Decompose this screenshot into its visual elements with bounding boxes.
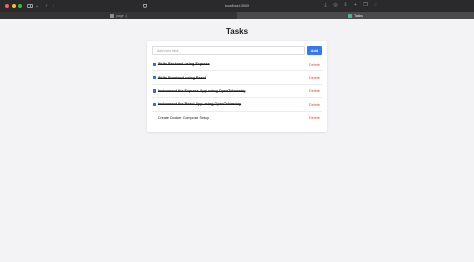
task-checkbox[interactable] [152, 75, 156, 80]
delete-task-button[interactable]: Delete [309, 116, 320, 120]
task-checkbox[interactable] [152, 102, 156, 107]
delete-task-button[interactable]: Delete [309, 103, 320, 107]
delete-task-button[interactable]: Delete [309, 76, 320, 80]
close-window-button[interactable] [5, 4, 9, 8]
new-tab-icon[interactable]: + [353, 3, 358, 8]
task-item: Instrument the React App using OpenTelem… [152, 98, 322, 112]
tab-bar: page :) Tasks [0, 12, 474, 19]
page-title: Tasks [225, 27, 249, 36]
task-card: Add Write Backend using Express Delete W… [147, 41, 327, 132]
new-task-input[interactable] [152, 46, 305, 55]
add-task-button[interactable]: Add [307, 46, 322, 55]
share-icon[interactable]: ⇪ [343, 3, 348, 8]
window-controls [5, 4, 22, 8]
task-list: Write Backend using Express Delete Write… [152, 58, 322, 125]
forward-arrow-icon[interactable]: › [51, 3, 56, 9]
task-item: Write Backend using Express Delete [152, 58, 322, 72]
task-item: Write Frontend using React Delete [152, 71, 322, 85]
chevron-down-icon[interactable]: ⌄ [35, 3, 39, 9]
download-icon[interactable]: ⤓ [323, 3, 328, 8]
browser-window: ⌄ ‹ › localhost:3000 ⤓ ◎ ⇪ + ❐ ◌ page :)… [0, 0, 474, 262]
browser-toolbar: ⌄ ‹ › localhost:3000 ⤓ ◎ ⇪ + ❐ ◌ [0, 0, 474, 12]
tab-page[interactable]: page :) [0, 12, 237, 19]
tab-label: Tasks [354, 13, 363, 18]
task-text: Write Frontend using React [157, 75, 206, 80]
shield-icon [143, 3, 147, 8]
minimize-window-button[interactable] [11, 4, 16, 8]
task-item: Instrument the Express App using OpenTel… [152, 85, 322, 99]
sidebar-toggle-icon[interactable] [27, 3, 33, 9]
more-icon[interactable]: ◌ [373, 3, 378, 8]
zoom-window-button[interactable] [18, 4, 22, 8]
back-arrow-icon[interactable]: ‹ [44, 3, 49, 9]
tab-label: page :) [116, 13, 127, 18]
task-item: Create Docker Compose Setup Delete [152, 112, 322, 125]
tasks-favicon-icon [348, 13, 353, 18]
delete-task-button[interactable]: Delete [309, 63, 320, 67]
page-favicon-icon [110, 13, 115, 18]
task-text: Write Backend using Express [157, 62, 210, 67]
address-bar[interactable]: localhost:3000 [140, 3, 334, 10]
task-text: Instrument the React App using OpenTelem… [157, 102, 242, 107]
task-checkbox[interactable] [152, 62, 156, 66]
page-content: Tasks Add Write Backend using Express De… [0, 19, 474, 262]
extension-icon[interactable]: ◎ [333, 3, 338, 8]
task-text: Create Docker Compose Setup [157, 116, 210, 121]
browser-toolbar-actions: ⤓ ◎ ⇪ + ❐ ◌ [323, 3, 378, 8]
tab-overview-icon[interactable]: ❐ [363, 3, 368, 8]
tab-tasks[interactable]: Tasks [237, 12, 474, 19]
task-checkbox[interactable] [152, 89, 156, 93]
delete-task-button[interactable]: Delete [309, 89, 320, 93]
address-bar-url: localhost:3000 [224, 4, 250, 8]
add-task-form: Add [152, 45, 322, 56]
task-text: Instrument the Express App using OpenTel… [157, 88, 246, 93]
